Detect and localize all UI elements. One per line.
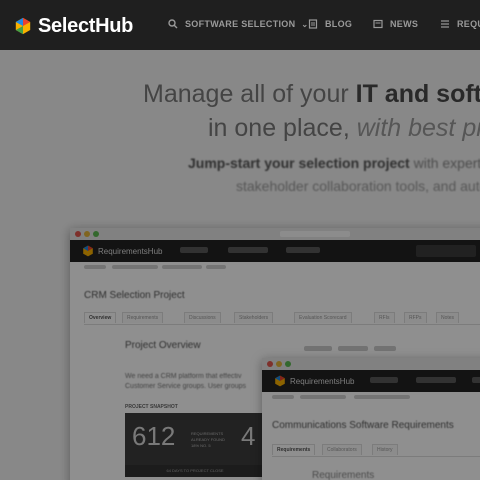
brand-name: SelectHub — [38, 14, 134, 37]
list-icon — [441, 20, 449, 28]
site-header: SelectHub SOFTWARE SELECTION ⌄ BLOG NEWS … — [0, 0, 480, 50]
news-icon — [373, 19, 383, 29]
document-icon — [308, 19, 318, 29]
nav-requirements[interactable]: REQU — [440, 19, 480, 29]
nav-blog[interactable]: BLOG — [308, 19, 352, 29]
nav-news[interactable]: NEWS — [373, 19, 418, 29]
brand-logo[interactable]: SelectHub — [14, 14, 133, 38]
selecthub-logo-icon — [15, 17, 31, 35]
search-icon — [168, 19, 178, 29]
nav-software-selection[interactable]: SOFTWARE SELECTION ⌄ — [168, 19, 308, 29]
modal-overlay[interactable] — [0, 0, 480, 480]
